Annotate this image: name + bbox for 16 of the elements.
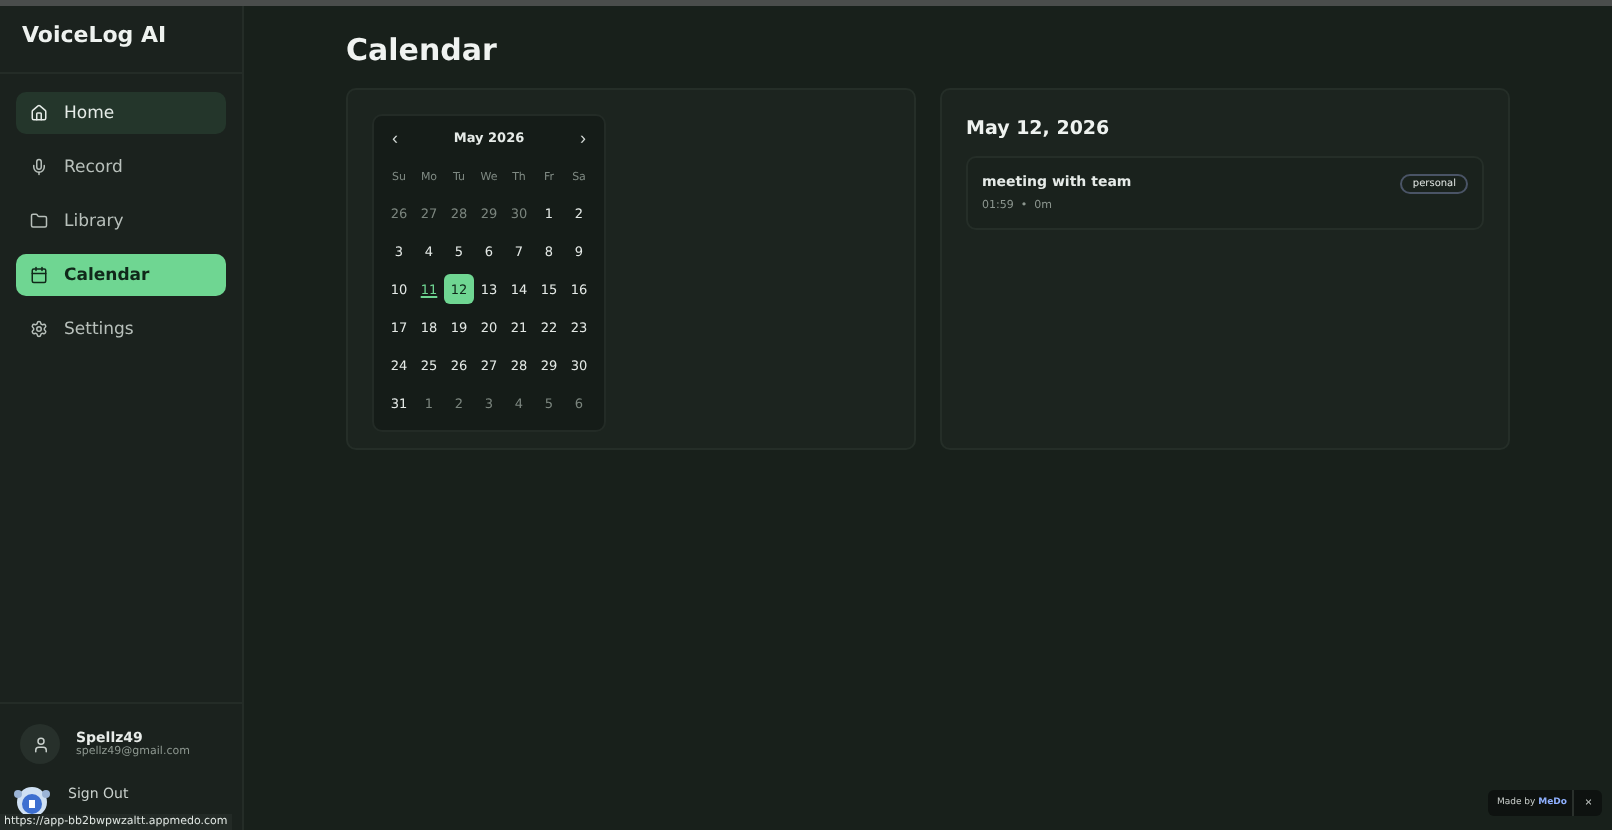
nav-item[interactable]: Library	[16, 200, 226, 242]
microphone-icon	[30, 158, 48, 176]
calendar-icon	[30, 266, 48, 284]
home-icon	[30, 104, 48, 122]
folder-icon	[30, 212, 48, 230]
app-name: VoiceLog AI	[0, 6, 242, 74]
previous-month-button[interactable]: ‹	[392, 128, 398, 148]
page-title: Calendar	[346, 32, 499, 68]
nav-item[interactable]: Calendar	[16, 254, 226, 296]
user-avatar	[20, 724, 60, 764]
selected-date: May 12, 2026	[966, 118, 1112, 140]
next-month-button[interactable]: ›	[580, 128, 586, 148]
nav-item[interactable]: Home	[16, 92, 226, 134]
nav-item[interactable]: Record	[16, 146, 226, 188]
nav-item[interactable]: Settings	[16, 308, 226, 350]
settings-icon	[30, 320, 48, 338]
